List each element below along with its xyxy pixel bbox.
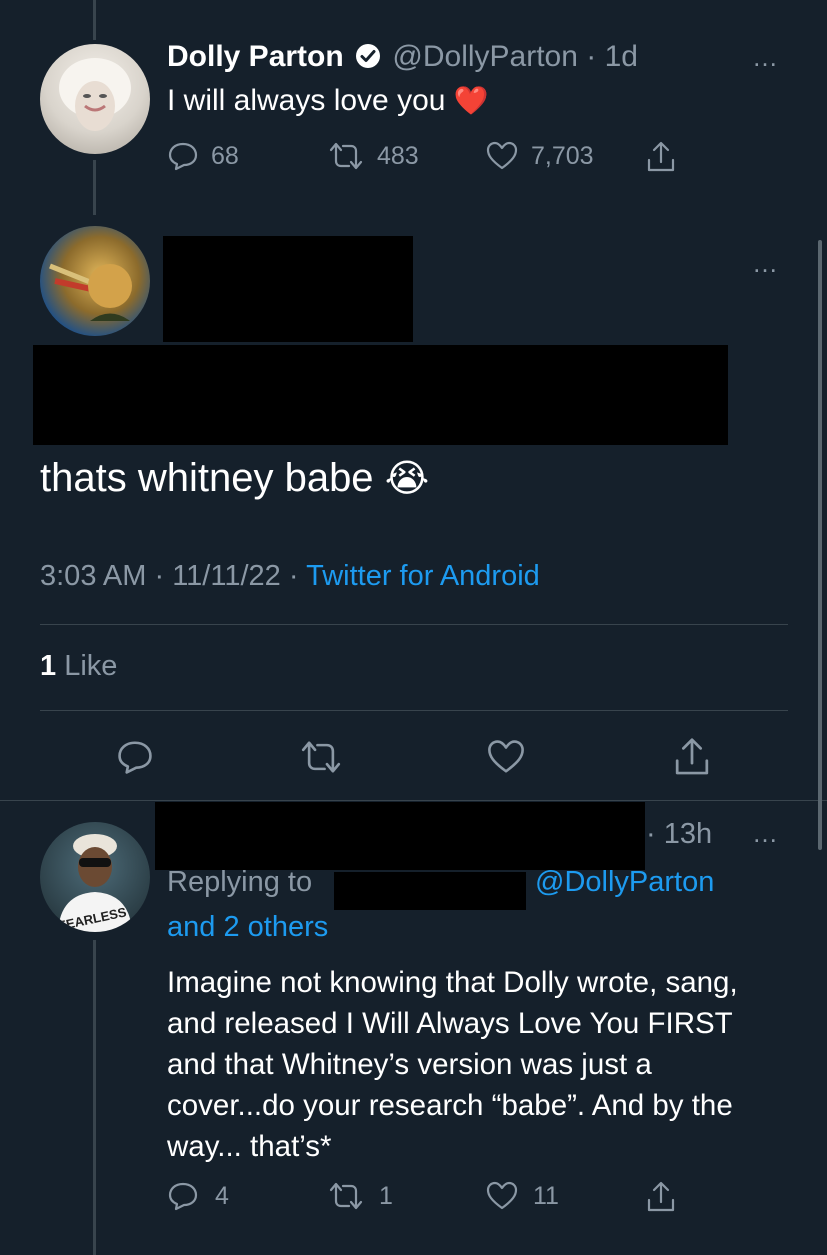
tweet-age[interactable]: 13h bbox=[664, 818, 712, 850]
reply-icon bbox=[168, 142, 198, 171]
share-icon bbox=[675, 738, 709, 775]
tweet-age[interactable]: 1d bbox=[605, 40, 638, 73]
tweet-text: Imagine not knowing that Dolly wrote, sa… bbox=[167, 966, 738, 1163]
tweet2-text: thats whitney babe 😭 bbox=[40, 456, 429, 501]
reply-button[interactable]: 4 bbox=[167, 1180, 229, 1212]
retweet-count: 483 bbox=[377, 141, 419, 170]
retweet-icon bbox=[301, 741, 341, 773]
share-icon bbox=[647, 141, 675, 172]
display-name[interactable]: Dolly Parton bbox=[167, 40, 344, 73]
like-count: 11 bbox=[533, 1181, 559, 1210]
avatar-user3[interactable]: FEARLESS bbox=[40, 822, 150, 932]
separator-dot: · bbox=[646, 818, 656, 850]
avatar-dolly-portrait bbox=[59, 58, 131, 131]
replying-others[interactable]: and 2 others bbox=[167, 911, 328, 944]
like-button[interactable] bbox=[485, 738, 527, 776]
retweet-count: 1 bbox=[379, 1181, 393, 1210]
heart-icon bbox=[486, 1181, 518, 1210]
redacted-reply-context bbox=[33, 345, 728, 445]
retweet-button[interactable] bbox=[298, 738, 344, 776]
client-link[interactable]: Twitter for Android bbox=[306, 560, 540, 592]
tweet-text: I will always love you bbox=[167, 84, 446, 117]
scrollbar[interactable] bbox=[818, 240, 822, 850]
more-options-icon[interactable]: … bbox=[752, 44, 778, 70]
reply-icon bbox=[118, 741, 152, 774]
tweet-time: 3:03 AM bbox=[40, 560, 147, 592]
avatar-user2[interactable] bbox=[40, 226, 150, 336]
reply-button[interactable]: 68 bbox=[167, 140, 239, 172]
likes-summary[interactable]: 1 Like bbox=[40, 650, 117, 683]
tweet3-age: · 13h bbox=[646, 818, 712, 851]
thread-line-top bbox=[93, 0, 96, 40]
share-button[interactable] bbox=[672, 736, 712, 778]
avatar-user2-art bbox=[49, 263, 132, 321]
avatar-user3-photo: FEARLESS bbox=[57, 834, 132, 932]
divider bbox=[40, 710, 788, 711]
tweet1-header: Dolly Parton @DollyParton · 1d bbox=[167, 40, 638, 77]
likes-summary-count: 1 bbox=[40, 650, 57, 682]
thread-line-bottom bbox=[93, 940, 96, 1255]
reply-count: 68 bbox=[211, 141, 239, 170]
likes-summary-label: Like bbox=[64, 650, 118, 682]
redacted-name bbox=[163, 236, 413, 342]
separator-dot: · bbox=[154, 560, 165, 592]
like-count: 7,703 bbox=[531, 141, 594, 170]
divider bbox=[40, 624, 788, 625]
heart-icon bbox=[486, 141, 518, 170]
reply-count: 4 bbox=[215, 1181, 229, 1210]
retweet-icon bbox=[329, 142, 363, 170]
avatar-dolly[interactable] bbox=[40, 44, 150, 154]
share-icon bbox=[647, 1181, 675, 1212]
retweet-button[interactable]: 483 bbox=[327, 140, 419, 172]
tweet-text: thats whitney babe bbox=[40, 456, 374, 500]
share-button[interactable] bbox=[645, 140, 677, 174]
reply-icon bbox=[168, 1182, 198, 1211]
user-handle[interactable]: @DollyParton bbox=[392, 40, 578, 73]
retweet-icon bbox=[329, 1182, 363, 1210]
retweet-button[interactable]: 1 bbox=[327, 1180, 393, 1212]
share-button[interactable] bbox=[645, 1180, 677, 1214]
more-options-icon[interactable]: … bbox=[752, 820, 778, 846]
redacted-handle bbox=[334, 872, 526, 910]
heart-icon bbox=[488, 740, 524, 773]
separator-dot: · bbox=[288, 560, 299, 592]
verified-badge-icon bbox=[355, 43, 381, 77]
like-button[interactable]: 7,703 bbox=[485, 140, 594, 172]
replying-handle[interactable]: @DollyParton bbox=[535, 866, 714, 899]
tweet-date: 11/11/22 bbox=[172, 560, 281, 592]
more-options-icon[interactable]: … bbox=[752, 250, 778, 276]
divider bbox=[0, 800, 827, 801]
like-button[interactable]: 11 bbox=[485, 1180, 559, 1212]
thread-line-middle bbox=[93, 160, 96, 215]
heart-emoji: ❤️ bbox=[453, 85, 489, 116]
replying-to-label: Replying to bbox=[167, 866, 313, 898]
tweet1-text: I will always love you ❤️ bbox=[167, 84, 489, 118]
reply-button[interactable] bbox=[115, 738, 155, 776]
redacted-name bbox=[155, 802, 645, 870]
crying-emoji: 😭 bbox=[384, 458, 430, 500]
separator-dot: · bbox=[586, 40, 597, 73]
tweet2-meta: 3:03 AM · 11/11/22 · Twitter for Android bbox=[40, 560, 540, 593]
